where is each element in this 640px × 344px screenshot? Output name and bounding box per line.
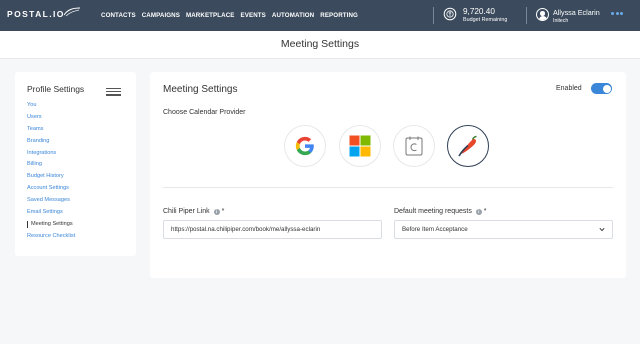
- sidebar-menu: You Users Teams Branding Integrations Bi…: [27, 101, 75, 244]
- sidebar-title: Profile Settings: [27, 84, 85, 94]
- page-title: Meeting Settings: [280, 38, 360, 50]
- hamburger-menu-icon[interactable]: [106, 88, 121, 96]
- section-divider: [163, 187, 613, 188]
- google-icon: [295, 136, 314, 156]
- sidebar-item-you[interactable]: You: [27, 101, 75, 113]
- enabled-label: Enabled: [556, 85, 582, 92]
- sidebar-item-budget-history[interactable]: Budget History: [27, 172, 75, 184]
- sidebar-item-account-settings[interactable]: Account Settings: [27, 184, 75, 196]
- nav-reporting[interactable]: REPORTING: [320, 12, 358, 19]
- calendar-icon: [405, 136, 423, 156]
- provider-google-button[interactable]: [284, 125, 326, 167]
- default-meeting-requests-label: Default meeting requests i *: [394, 208, 487, 215]
- sidebar-item-teams[interactable]: Teams: [27, 125, 75, 137]
- sidebar-item-integrations[interactable]: Integrations: [27, 149, 75, 161]
- default-meeting-requests-select[interactable]: Before Item Acceptance: [394, 220, 613, 239]
- choose-calendar-label: Choose Calendar Provider: [163, 109, 246, 116]
- budget-amount: 9,720.40: [463, 7, 495, 16]
- toggle-knob: [602, 84, 611, 93]
- chili-piper-link-input[interactable]: https://postal.na.chilipiper.com/book/me…: [163, 220, 382, 239]
- provider-chili-piper-button[interactable]: [447, 125, 489, 167]
- sidebar-item-resource-checklist[interactable]: Resource Checklist: [27, 232, 75, 244]
- sidebar-item-billing[interactable]: Billing: [27, 160, 75, 172]
- avatar-head: [540, 11, 545, 16]
- provider-microsoft-button[interactable]: [339, 125, 381, 167]
- user-org: Initech: [553, 18, 569, 24]
- nav-divider: [433, 7, 434, 24]
- budget-icon: [443, 7, 457, 21]
- enabled-toggle[interactable]: [591, 83, 612, 94]
- info-icon[interactable]: i: [213, 209, 220, 215]
- nav-campaigns[interactable]: CAMPAIGNS: [142, 12, 180, 19]
- chili-piper-icon: [458, 135, 477, 157]
- provider-calendar-button[interactable]: [393, 125, 435, 167]
- sidebar-item-users[interactable]: Users: [27, 113, 75, 125]
- app-logo[interactable]: POSTAL.IO: [7, 9, 65, 19]
- sidebar-item-branding[interactable]: Branding: [27, 137, 75, 149]
- meeting-settings-panel: Meeting Settings Enabled Choose Calendar…: [150, 72, 626, 278]
- top-nav: POSTAL.IO CONTACTS CAMPAIGNS MARKETPLACE…: [0, 0, 640, 31]
- microsoft-icon: [349, 135, 371, 157]
- main-nav: CONTACTS CAMPAIGNS MARKETPLACE EVENTS AU…: [101, 12, 364, 19]
- nav-contacts[interactable]: CONTACTS: [101, 12, 136, 19]
- sidebar-item-meeting-settings[interactable]: Meeting Settings: [27, 220, 75, 232]
- logo-swoosh-icon: [63, 7, 81, 17]
- chevron-down-icon: [599, 227, 605, 232]
- chili-piper-link-label: Chili Piper Link i *: [163, 208, 225, 215]
- budget-label: Budget Remaining: [463, 17, 508, 23]
- nav-marketplace[interactable]: MARKETPLACE: [186, 12, 235, 19]
- more-options-icon[interactable]: [611, 12, 625, 15]
- user-name[interactable]: Allyssa Eclarin: [553, 8, 600, 17]
- avatar[interactable]: [536, 8, 549, 21]
- nav-divider: [526, 7, 527, 24]
- panel-title: Meeting Settings: [163, 84, 238, 95]
- nav-automation[interactable]: AUTOMATION: [272, 12, 314, 19]
- info-icon[interactable]: i: [475, 209, 482, 215]
- sidebar-item-saved-messages[interactable]: Saved Messages: [27, 196, 75, 208]
- select-value: Before Item Acceptance: [402, 226, 468, 233]
- avatar-body: [538, 16, 547, 20]
- sidebar-item-email-settings[interactable]: Email Settings: [27, 208, 75, 220]
- nav-events[interactable]: EVENTS: [241, 12, 266, 19]
- profile-settings-sidebar: Profile Settings You Users Teams Brandin…: [15, 72, 136, 256]
